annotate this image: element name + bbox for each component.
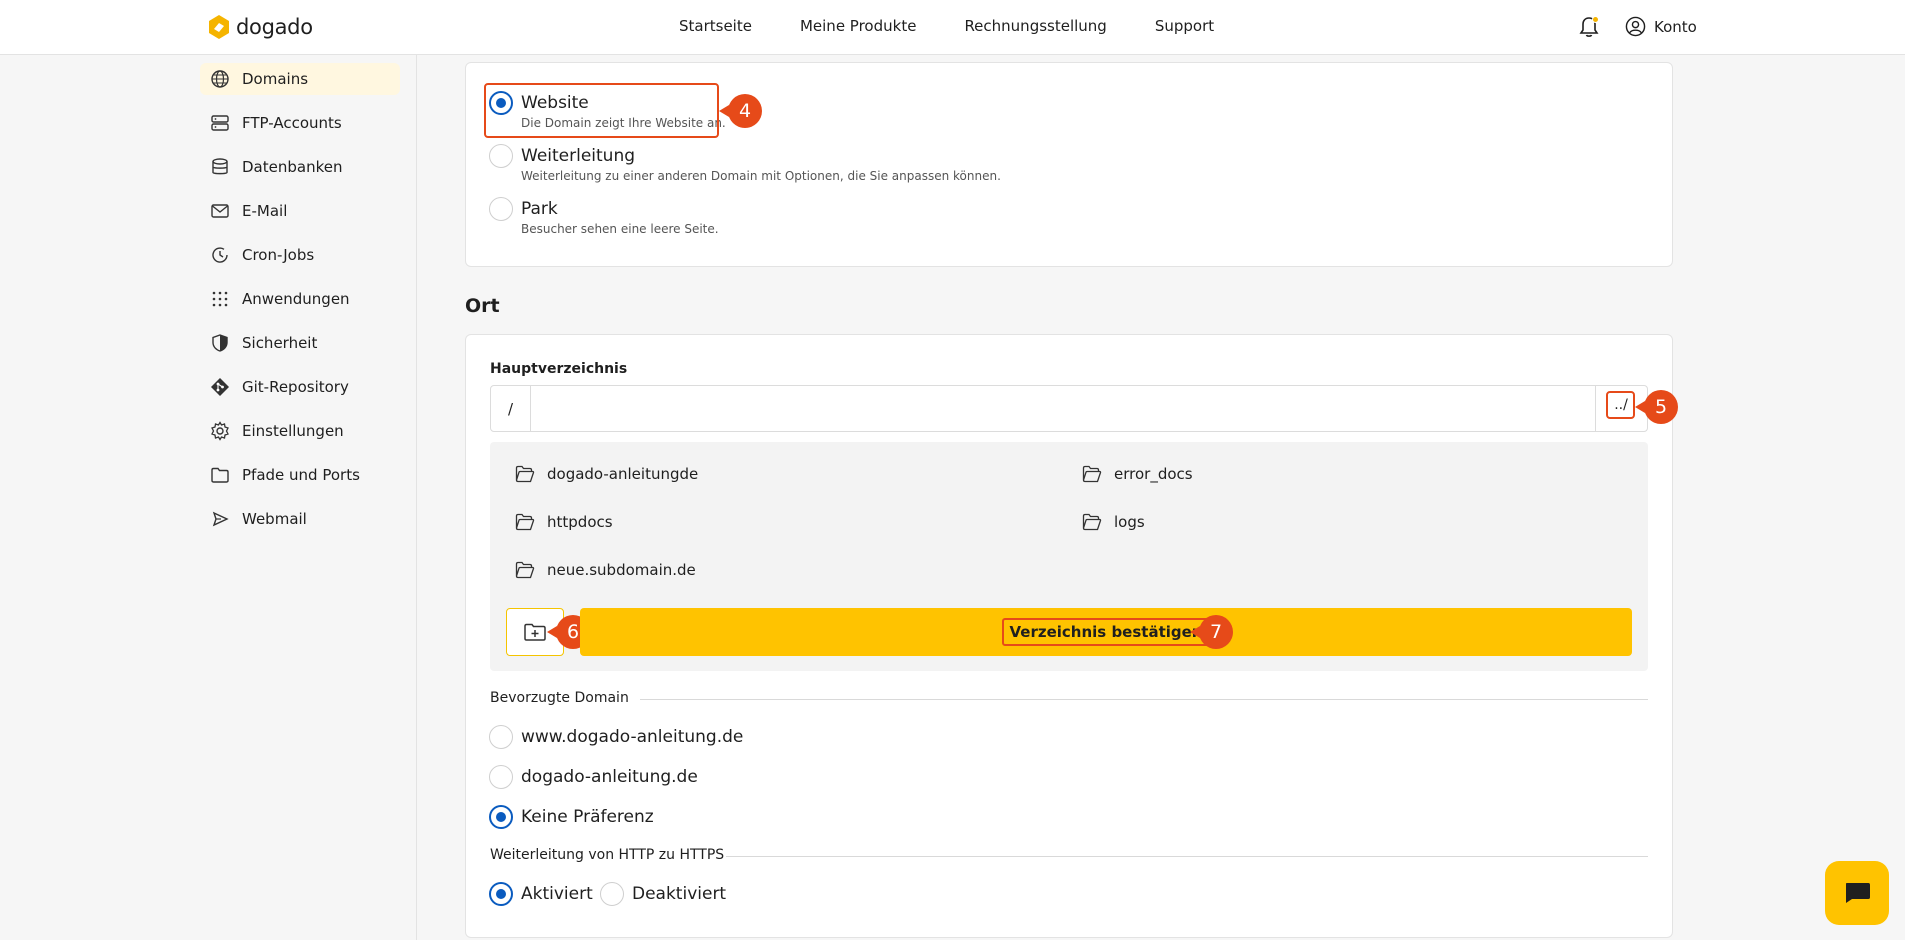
annotation-box-5 <box>1606 391 1635 419</box>
https-redirect-label: Weiterleitung von HTTP zu HTTPS <box>490 847 725 863</box>
directory-name: error_docs <box>1114 465 1193 483</box>
sidebar-item-label: Anwendungen <box>242 290 350 308</box>
https-redirect-option: Deaktiviert <box>632 884 727 904</box>
divider <box>726 856 1648 857</box>
radio-preferred-www[interactable] <box>489 725 513 749</box>
account-label: Konto <box>1654 17 1697 36</box>
radio-https-aktiviert[interactable] <box>489 882 513 906</box>
shield-icon <box>212 334 228 352</box>
directory-item[interactable]: neue.subdomain.de <box>515 561 696 579</box>
folder-open-icon <box>515 561 535 579</box>
brand-logo[interactable]: dogado <box>208 14 313 40</box>
confirm-directory-button[interactable]: Verzeichnis bestätigen <box>580 608 1632 656</box>
preferred-domain-option: Keine Präferenz <box>521 807 654 827</box>
root-directory-input[interactable] <box>531 386 1595 431</box>
sidebar: Domains FTP-Accounts Datenbanken E-Mail … <box>0 55 417 940</box>
sidebar-item-domains[interactable]: Domains <box>200 63 400 95</box>
sidebar-item-label: Pfade und Ports <box>242 466 360 484</box>
preferred-domain-option: www.dogado-anleitung.de <box>521 727 744 747</box>
sidebar-item-label: Cron-Jobs <box>242 246 315 264</box>
option-desc-weiterleitung: Weiterleitung zu einer anderen Domain mi… <box>521 169 1001 183</box>
divider <box>640 699 1648 700</box>
folder-plus-icon <box>524 623 546 641</box>
grid-icon <box>212 291 228 307</box>
sidebar-item-pfade-und-ports[interactable]: Pfade und Ports <box>200 459 400 491</box>
nav-meine-produkte[interactable]: Meine Produkte <box>800 17 916 35</box>
directory-item[interactable]: logs <box>1082 513 1145 531</box>
sidebar-item-anwendungen[interactable]: Anwendungen <box>200 283 400 315</box>
notification-dot <box>1592 16 1599 23</box>
confirm-directory-label: Verzeichnis bestätigen <box>1001 618 1211 646</box>
https-redirect-option: Aktiviert <box>521 884 593 904</box>
nav-startseite[interactable]: Startseite <box>679 17 752 35</box>
dogado-logo-icon <box>209 15 229 39</box>
sidebar-item-label: E-Mail <box>242 202 288 220</box>
sidebar-item-sicherheit[interactable]: Sicherheit <box>200 327 400 359</box>
folder-icon <box>211 467 229 483</box>
gear-icon <box>211 421 229 441</box>
option-title-park: Park <box>521 199 558 219</box>
directory-name: dogado-anleitungde <box>547 465 699 483</box>
section-title-ort: Ort <box>465 295 500 317</box>
brand-name: dogado <box>236 15 313 39</box>
preferred-domain-option: dogado-anleitung.de <box>521 767 698 787</box>
annotation-badge-4: 4 <box>719 94 762 128</box>
sidebar-item-einstellungen[interactable]: Einstellungen <box>200 415 400 447</box>
directory-name: neue.subdomain.de <box>547 561 696 579</box>
directory-item[interactable]: dogado-anleitungde <box>515 465 698 483</box>
directory-name: httpdocs <box>547 513 613 531</box>
sidebar-item-label: Sicherheit <box>242 334 318 352</box>
option-title-weiterleitung: Weiterleitung <box>521 146 636 166</box>
sidebar-item-datenbanken[interactable]: Datenbanken <box>200 151 400 183</box>
annotation-box-4 <box>484 83 719 138</box>
user-icon <box>1625 16 1646 37</box>
directory-item[interactable]: httpdocs <box>515 513 613 531</box>
sidebar-item-label: Git-Repository <box>242 378 349 396</box>
sidebar-item-cron-jobs[interactable]: Cron-Jobs <box>200 239 400 271</box>
radio-https-deaktiviert[interactable] <box>600 882 624 906</box>
annotation-badge-7: 7 <box>1190 615 1233 649</box>
nav-rechnungsstellung[interactable]: Rechnungsstellung <box>964 17 1106 35</box>
globe-icon <box>211 70 229 88</box>
preferred-domain-label: Bevorzugte Domain <box>490 690 629 706</box>
mail-icon <box>211 204 229 218</box>
directory-name: logs <box>1114 513 1145 531</box>
folder-open-icon <box>515 513 535 531</box>
path-prefix: / <box>491 386 531 431</box>
chat-icon <box>1846 883 1870 903</box>
sidebar-item-label: Datenbanken <box>242 158 343 176</box>
folder-open-icon <box>515 465 535 483</box>
directory-item[interactable]: error_docs <box>1082 465 1193 483</box>
sidebar-item-label: Einstellungen <box>242 422 344 440</box>
git-icon <box>211 378 229 396</box>
sidebar-item-label: Domains <box>242 70 309 88</box>
radio-preferred-non-www[interactable] <box>489 765 513 789</box>
chat-button[interactable] <box>1825 861 1889 925</box>
server-icon <box>211 115 229 131</box>
radio-preferred-none[interactable] <box>489 805 513 829</box>
radio-weiterleitung[interactable] <box>489 144 513 168</box>
send-icon <box>212 511 229 527</box>
sidebar-item-e-mail[interactable]: E-Mail <box>200 195 400 227</box>
main-nav: Startseite Meine Produkte Rechnungsstell… <box>679 17 1214 35</box>
sidebar-item-label: FTP-Accounts <box>242 114 342 132</box>
top-navigation-bar: dogado Startseite Meine Produkte Rechnun… <box>0 0 1905 55</box>
nav-support[interactable]: Support <box>1155 17 1214 35</box>
folder-open-icon <box>1082 465 1102 483</box>
annotation-badge-5: 5 <box>1635 390 1678 424</box>
clock-icon <box>212 247 228 263</box>
radio-park[interactable] <box>489 197 513 221</box>
database-icon <box>212 158 228 175</box>
sidebar-item-webmail[interactable]: Webmail <box>200 503 400 535</box>
root-directory-label: Hauptverzeichnis <box>490 361 628 377</box>
account-menu[interactable]: Konto <box>1625 16 1697 37</box>
sidebar-item-label: Webmail <box>242 510 307 528</box>
folder-open-icon <box>1082 513 1102 531</box>
sidebar-item-ftp-accounts[interactable]: FTP-Accounts <box>200 107 400 139</box>
option-desc-park: Besucher sehen eine leere Seite. <box>521 222 719 236</box>
sidebar-item-git-repository[interactable]: Git-Repository <box>200 371 400 403</box>
